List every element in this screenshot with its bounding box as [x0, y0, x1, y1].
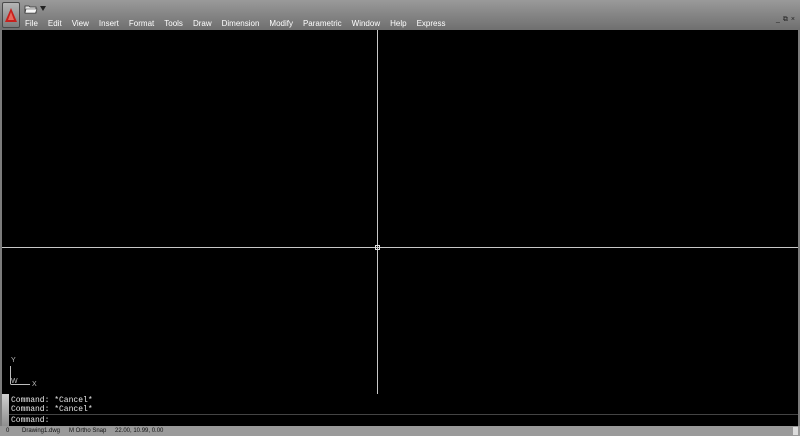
- menu-parametric[interactable]: Parametric: [298, 18, 347, 30]
- menu-express[interactable]: Express: [412, 18, 451, 30]
- menu-modify[interactable]: Modify: [264, 18, 298, 30]
- drawing-canvas[interactable]: Y W X: [2, 30, 798, 394]
- ucs-x-label: X: [32, 381, 37, 388]
- command-history-line: Command: *Cancel*: [11, 405, 93, 414]
- command-window-grip[interactable]: [2, 394, 9, 426]
- command-prompt[interactable]: Command:: [11, 416, 49, 425]
- status-coordinates: 22.00, 10.99, 0.00: [115, 428, 164, 434]
- command-separator: [9, 414, 798, 415]
- command-history-line: Command: *Cancel*: [11, 396, 93, 405]
- menu-edit[interactable]: Edit: [43, 18, 67, 30]
- menu-help[interactable]: Help: [385, 18, 411, 30]
- status-scroll-handle[interactable]: [793, 427, 798, 435]
- close-button[interactable]: ×: [791, 16, 796, 24]
- chevron-down-icon[interactable]: [40, 6, 46, 11]
- minimize-button[interactable]: _: [776, 16, 781, 24]
- menu-format[interactable]: Format: [124, 18, 159, 30]
- menu-tools[interactable]: Tools: [159, 18, 188, 30]
- application-menu-button[interactable]: [2, 2, 20, 28]
- autocad-a-icon: [5, 8, 17, 22]
- status-file-name: Drawing1.dwg: [22, 428, 61, 434]
- ucs-y-label: Y: [11, 357, 16, 364]
- menu-bar: File Edit View Insert Format Tools Draw …: [20, 18, 450, 30]
- command-window: Command: *Cancel* Command: *Cancel* Comm…: [2, 394, 798, 426]
- menu-file[interactable]: File: [20, 18, 43, 30]
- folder-open-icon[interactable]: [24, 3, 38, 15]
- menu-window[interactable]: Window: [347, 18, 385, 30]
- restore-button[interactable]: ⧉: [783, 16, 789, 24]
- status-bar: 0 Drawing1.dwg M Ortho Snap 22.00, 10.99…: [0, 426, 800, 436]
- status-modes[interactable]: M Ortho Snap: [69, 426, 106, 436]
- ucs-w-label: W: [11, 378, 18, 385]
- status-layer: 0: [6, 428, 10, 434]
- menu-draw[interactable]: Draw: [188, 18, 217, 30]
- ucs-icon: Y W X: [10, 357, 37, 388]
- menu-insert[interactable]: Insert: [94, 18, 124, 30]
- menu-view[interactable]: View: [67, 18, 94, 30]
- title-bar: _ ⧉ × File Edit View Insert Format Tools…: [0, 0, 800, 30]
- menu-dimension[interactable]: Dimension: [217, 18, 265, 30]
- window-controls: _ ⧉ ×: [776, 16, 796, 24]
